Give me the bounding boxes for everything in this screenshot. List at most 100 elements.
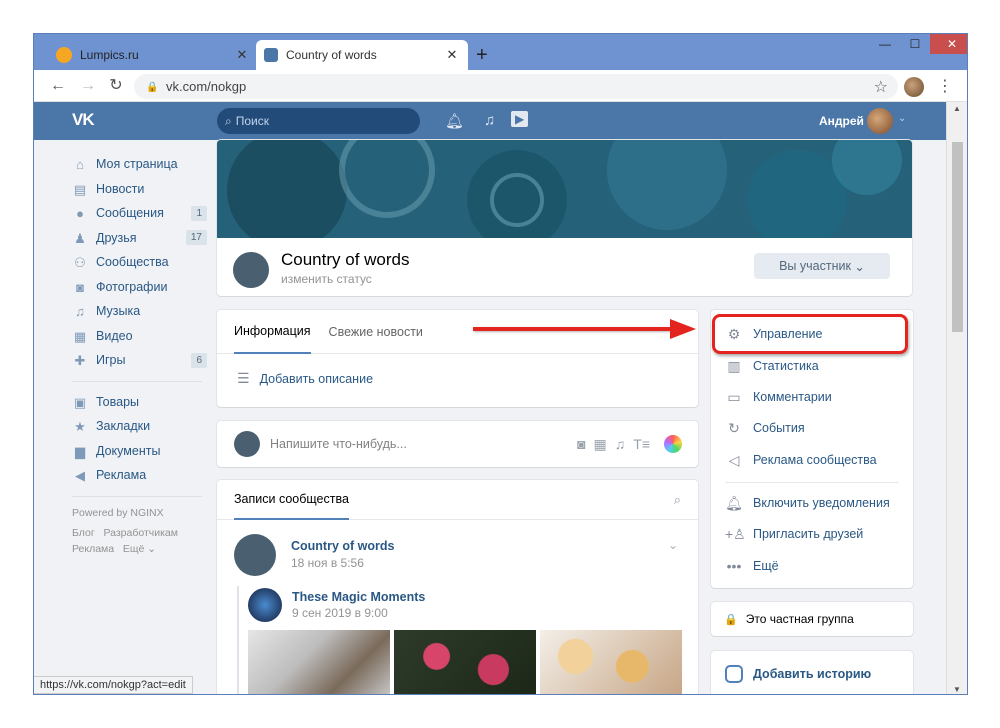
vertical-scrollbar[interactable]: ▲ ▼	[946, 102, 967, 694]
repost-date[interactable]: 9 сен 2019 в 9:00	[292, 606, 388, 620]
forward-icon[interactable]: →	[78, 76, 98, 96]
footer-ads-link[interactable]: Реклама	[72, 543, 114, 555]
nav-messages[interactable]: ● Сообщения 1	[72, 201, 207, 226]
scrollbar-thumb[interactable]	[952, 142, 963, 332]
reload-icon[interactable]: ↻	[106, 76, 126, 96]
post-photo[interactable]	[394, 630, 536, 694]
nav-documents[interactable]: ▆ Документы	[72, 439, 207, 464]
nav-goods[interactable]: ▣ Товары	[72, 390, 207, 415]
post-author[interactable]: Country of words	[291, 539, 394, 553]
film-icon[interactable]: ▦	[594, 436, 607, 453]
nav-ads[interactable]: ◀ Реклама	[72, 463, 207, 488]
group-cover-image	[217, 140, 912, 238]
nav-bookmarks[interactable]: ★ Закладки	[72, 414, 207, 439]
tab-country-of-words[interactable]: Country of words ✕	[256, 40, 468, 70]
post-photo[interactable]	[248, 630, 390, 694]
menu-community-ads[interactable]: ◁ Реклама сообщества	[725, 450, 877, 470]
footer-dev-link[interactable]: Разработчикам	[103, 527, 178, 539]
nav-label: Новости	[96, 181, 145, 196]
search-input[interactable]: ⌕ Поиск	[217, 108, 420, 134]
edit-status-link[interactable]: изменить статус	[281, 272, 372, 286]
tab-community-posts[interactable]: Записи сообщества	[234, 480, 349, 520]
chevron-down-icon[interactable]: ⌄	[668, 538, 678, 552]
tab-latest-news[interactable]: Свежие новости	[329, 310, 423, 354]
tab-information[interactable]: Информация	[234, 310, 311, 354]
chevron-down-icon: ⌄	[854, 259, 865, 274]
close-tab-icon[interactable]: ✕	[234, 47, 250, 63]
menu-notifications[interactable]: 🔔︎ Включить уведомления	[725, 493, 890, 513]
nav-label: Друзья	[96, 230, 137, 245]
count-badge: 1	[191, 205, 207, 221]
text-format-icon[interactable]: T≡	[633, 436, 650, 452]
color-palette-icon[interactable]	[664, 435, 682, 453]
add-description-link[interactable]: ☰ Добавить описание	[237, 370, 373, 387]
user-name[interactable]: Андрей	[819, 114, 864, 128]
close-window-icon[interactable]: ✕	[930, 34, 967, 54]
nav-photos[interactable]: ◙ Фотографии	[72, 275, 207, 300]
nav-my-page[interactable]: ⌂ Моя страница	[72, 152, 207, 177]
nav-news[interactable]: ▤ Новости	[72, 177, 207, 202]
add-story-button[interactable]: Добавить историю	[711, 651, 913, 694]
footer-more-link[interactable]: Ещё	[123, 543, 144, 555]
member-button-label: Вы участник	[779, 259, 851, 273]
search-icon[interactable]: ⌕	[674, 492, 681, 508]
post-composer: Напишите что-нибудь... ◙ ▦ ♫ T≡	[217, 421, 698, 467]
new-tab-button[interactable]: +	[476, 44, 488, 67]
window-controls: — ☐ ✕	[870, 34, 967, 54]
menu-invite-friends[interactable]: +♙ Пригласить друзей	[725, 524, 863, 544]
lumpics-favicon-icon	[56, 47, 72, 63]
profile-avatar[interactable]	[904, 77, 924, 97]
bookmark-star-icon[interactable]: ☆	[874, 77, 888, 97]
lines-icon: ☰	[237, 370, 250, 386]
vk-logo[interactable]: VK	[72, 110, 95, 130]
nav-games[interactable]: ✚ Игры 6	[72, 348, 207, 373]
user-avatar[interactable]	[867, 108, 893, 134]
menu-label: Реклама сообщества	[753, 453, 877, 467]
post-photo[interactable]	[540, 630, 682, 694]
close-tab-icon[interactable]: ✕	[444, 47, 460, 63]
menu-more[interactable]: ••• Ещё	[725, 556, 779, 576]
menu-comments[interactable]: ▭ Комментарии	[725, 387, 831, 407]
chart-icon: ▥	[727, 357, 741, 374]
vk-favicon-icon	[264, 48, 278, 62]
repost-author[interactable]: These Magic Moments	[292, 590, 425, 604]
maximize-icon[interactable]: ☐	[900, 34, 930, 54]
gamepad-icon: ✚	[74, 353, 86, 369]
browser-menu-icon[interactable]: ⋮	[937, 76, 953, 96]
nav-music[interactable]: ♫ Музыка	[72, 299, 207, 324]
camera-icon[interactable]: ◙	[577, 436, 585, 452]
nav-video[interactable]: ▦ Видео	[72, 324, 207, 349]
nav-friends[interactable]: ♟ Друзья 17	[72, 226, 207, 251]
private-group-card: 🔒 Это частная группа	[711, 602, 913, 636]
repost-avatar[interactable]	[248, 588, 282, 622]
footer-blog-link[interactable]: Блог	[72, 527, 95, 539]
post-author-avatar[interactable]	[234, 534, 276, 576]
vk-header: VK ⌕ Поиск 🔔︎ ♫ ▶ Андрей ⌄	[34, 102, 946, 140]
bell-icon[interactable]: 🔔︎	[445, 112, 464, 130]
back-icon[interactable]: ←	[48, 76, 68, 96]
minimize-icon[interactable]: —	[870, 34, 900, 54]
menu-label: Ещё	[753, 559, 779, 573]
group-name: Country of words	[281, 250, 410, 269]
chevron-down-icon[interactable]: ⌄	[898, 113, 906, 124]
private-group-label: Это частная группа	[745, 612, 854, 626]
menu-events[interactable]: ↻ События	[725, 418, 804, 438]
event-icon: ↻	[728, 419, 740, 436]
music-icon[interactable]: ♫	[484, 112, 495, 129]
chevron-down-icon: ⌄	[147, 542, 157, 555]
tab-lumpics[interactable]: Lumpics.ru ✕	[48, 40, 258, 70]
scroll-down-icon[interactable]: ▼	[953, 685, 961, 694]
url-input[interactable]: 🔒 vk.com/nokgp ☆	[134, 74, 898, 99]
music-icon[interactable]: ♫	[615, 436, 626, 452]
post-date[interactable]: 18 ноя в 5:56	[291, 556, 364, 570]
play-icon[interactable]: ▶	[511, 111, 529, 127]
member-button[interactable]: Вы участник ⌄	[754, 253, 890, 279]
group-avatar[interactable]	[231, 250, 271, 290]
nav-communities[interactable]: ⚇ Сообщества	[72, 250, 207, 275]
scroll-up-icon[interactable]: ▲	[953, 104, 961, 113]
menu-statistics[interactable]: ▥ Статистика	[725, 356, 818, 376]
tab-title: Country of words	[286, 48, 377, 62]
more-icon: •••	[726, 558, 742, 574]
nav-label: Реклама	[96, 468, 147, 483]
composer-input[interactable]: Напишите что-нибудь...	[270, 437, 577, 451]
